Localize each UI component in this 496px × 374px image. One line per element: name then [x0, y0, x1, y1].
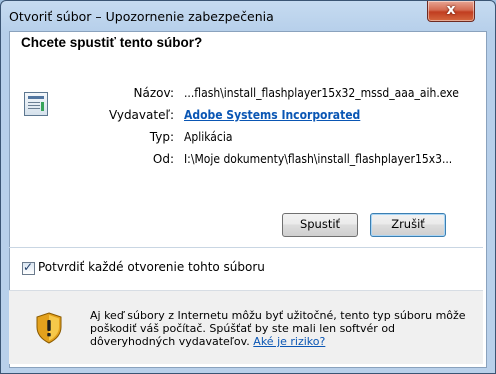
shield-warning-icon	[36, 312, 62, 344]
publisher-link[interactable]: Adobe Systems Incorporated	[184, 108, 360, 122]
type-label: Typ:	[149, 130, 174, 144]
confirm-checkbox-label[interactable]: Potvrdiť každé otvorenie tohto súboru	[38, 260, 265, 274]
from-value: I:\Moje dokumenty\flash\install_flashpla…	[184, 152, 453, 166]
divider	[9, 247, 483, 248]
window-title: Otvoriť súbor – Upozornenie zabezpečenia	[9, 9, 274, 24]
checkmark-icon: ✓	[23, 260, 34, 274]
warning-divider	[9, 290, 483, 291]
warning-message: Aj keď súbory z Internetu môžu byť užito…	[90, 309, 478, 348]
title-bar[interactable]: Otvoriť súbor – Upozornenie zabezpečenia…	[1, 1, 495, 31]
close-button[interactable]: x	[427, 1, 475, 22]
publisher-label: Vydavateľ:	[108, 108, 174, 122]
confirm-checkbox[interactable]: ✓	[22, 260, 35, 275]
run-button[interactable]: Spustiť	[282, 213, 358, 237]
risk-link[interactable]: Aké je riziko?	[253, 335, 325, 348]
file-icon	[24, 92, 48, 116]
dialog-heading: Chcete spustiť tento súbor?	[21, 35, 203, 50]
from-label: Od:	[152, 152, 174, 166]
type-value: Aplikácia	[184, 130, 233, 144]
name-label: Názov:	[133, 86, 174, 100]
name-value: ...flash\install_flashplayer15x32_mssd_a…	[184, 86, 459, 100]
close-icon: x	[446, 2, 456, 18]
cancel-button[interactable]: Zrušiť	[370, 213, 446, 237]
